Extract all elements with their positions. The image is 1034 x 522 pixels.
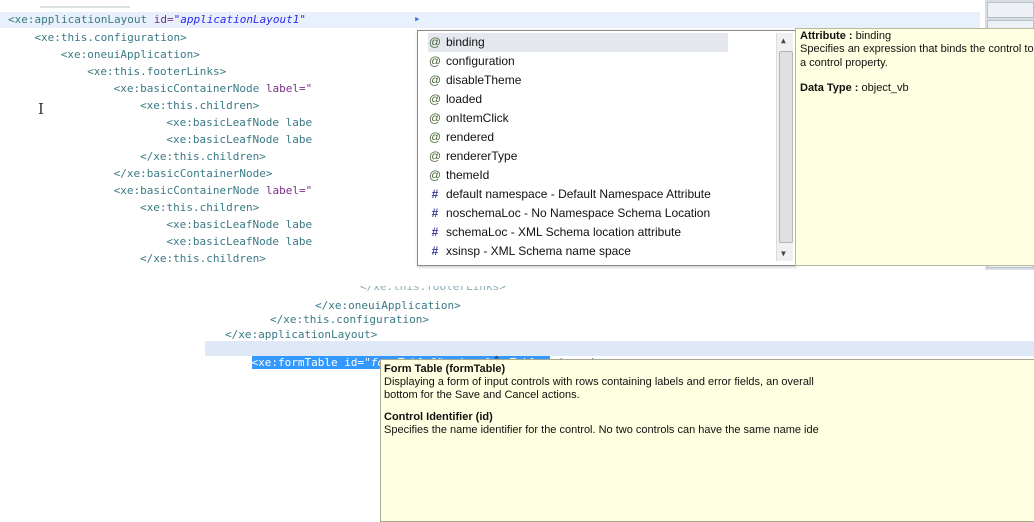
content-assist-item[interactable]: @ rendered [428,128,494,147]
content-assist-label: rendered [446,130,495,144]
code-token: <xe:basicLeafNode labe [166,116,313,129]
code-token: <xe:applicationLayout [8,13,154,26]
code-line: </xe:oneuiApplication> [315,299,461,312]
namespace-icon: # [431,225,439,239]
code-token: <xe:basicLeafNode labe [166,218,313,231]
code-line: <xe:oneuiApplication> [61,48,200,62]
content-assist-scrollbar[interactable]: ▲ ▼ [776,33,793,261]
code-line: <xe:basicLeafNode labe [166,116,312,130]
content-assist-item[interactable]: # xsinsp - XML Schema name space [428,242,631,261]
code-line: <xe:this.configuration> [34,31,186,45]
code-token: <xe:basicLeafNode labe [166,235,313,248]
content-assist-item[interactable]: # noschemaLoc - No Namespace Schema Locat… [428,204,710,223]
scroll-up-icon[interactable]: ▲ [781,36,786,45]
content-assist-label: default namespace - Default Namespace At… [446,187,711,201]
code-token: id= [153,13,174,26]
code-line: <xe:basicLeafNode labe [166,235,312,249]
code-line: </xe:applicationLayout> [225,328,378,341]
code-line: </xe:basicContainerNode> [114,167,273,181]
content-assist-label: configuration [446,54,515,68]
attribute-icon: @ [428,130,442,144]
cropped-line-fragment [40,0,130,8]
tooltip-title: Form Table (formTable) [384,363,506,375]
code-token: </xe:this.children> [140,252,266,265]
attribute-icon: @ [428,168,442,182]
code-line: </xe:this.configuration> [270,313,429,326]
attribute-icon: @ [428,73,442,87]
selected-tag-open: <xe:formTable [251,356,345,369]
code-token: <xe:basicContainerNode [113,184,266,197]
content-assist-label: xsinsp - XML Schema name space [446,244,631,258]
code-token: "applicationLayout1" [173,13,307,26]
content-assist-item[interactable]: # schemaLoc - XML Schema location attribu… [428,223,681,242]
attribute-icon: @ [428,35,442,49]
content-assist-item[interactable]: @ configuration [428,52,515,71]
content-assist-item[interactable]: # default namespace - Default Namespace A… [428,185,711,204]
tooltip-description-cont: bottom for the Save and Cancel actions. [384,389,580,401]
selected-attr: id= [344,356,365,369]
tooltip-id-title: Control Identifier (id) [384,411,493,423]
caret-marker-icon: ▸ [414,12,421,25]
code-token: <xe:this.footerLinks> [87,65,227,78]
namespace-icon: # [431,206,439,220]
content-assist-item[interactable]: @ disableTheme [428,71,521,90]
code-line: </xe:this.children> [140,252,266,266]
code-line: <xe:basicLeafNode labe [166,218,312,232]
code-token: label=" [265,184,313,197]
namespace-icon: # [431,244,439,258]
panel-tab[interactable] [987,2,1034,18]
code-line: <xe:this.children> [140,201,259,215]
scroll-down-icon[interactable]: ▼ [781,249,786,258]
content-assist-label: binding [446,35,485,49]
code-token: <xe:this.children> [140,201,260,214]
content-assist-item[interactable]: @ onItemClick [428,109,509,128]
hover-help-tooltip: Form Table (formTable) Displaying a form… [380,359,1034,522]
attribute-icon: @ [428,149,442,163]
content-assist-item[interactable]: @ rendererType [428,147,517,166]
content-assist-label: disableTheme [446,73,522,87]
tooltip-description: Displaying a form of input controls with… [384,376,814,388]
tooltip-id-description: Specifies the name identifier for the co… [384,424,819,436]
code-line: <xe:basicContainerNode label=" [114,82,313,96]
content-assist-label: rendererType [446,149,518,163]
code-line: <xe:basicContainerNode label=" [114,184,313,198]
code-line: <xe:applicationLayout id="applicationLay… [8,13,313,27]
namespace-icon: # [431,187,439,201]
code-line: <xe:basicLeafNode labe [166,133,312,147]
content-assist-popup[interactable]: @ binding @ configuration @ disableTheme @ load… [417,30,796,266]
xml-source-editor-top[interactable]: <xe:applicationLayout id="applicationLay… [0,0,1034,270]
content-assist-item[interactable]: @ binding [428,33,728,52]
attribute-info-panel: Attribute : binding Specifies an express… [795,28,1034,266]
content-assist-label: themeId [446,168,490,182]
code-line: <xe:this.children> [140,99,259,113]
content-assist-label: schemaLoc - XML Schema location attribut… [446,225,682,239]
code-token: <xe:basicContainerNode [113,82,266,95]
content-assist-label: loaded [446,92,483,106]
attribute-icon: @ [428,54,442,68]
text-cursor-ibeam-icon: I [38,100,44,118]
code-token: <xe:basicLeafNode labe [166,133,313,146]
content-assist-item[interactable]: @ themeId [428,166,489,185]
code-line: </xe:this.children> [140,150,266,164]
attribute-description: Specifies an expression that binds the c… [800,43,1034,69]
content-assist-label: onItemClick [446,111,509,125]
code-token: <xe:this.children> [140,99,260,112]
code-token: label=" [265,82,313,95]
attribute-icon: @ [428,111,442,125]
content-assist-item[interactable]: @ loaded [428,90,482,109]
code-line: <xe:this.footerLinks> [87,65,226,79]
code-token: <xe:this.configuration> [34,31,187,44]
attribute-heading: Attribute : binding [800,30,892,42]
attribute-data-type: Data Type : object_vb [800,82,909,94]
scrollbar-thumb[interactable] [779,51,793,243]
code-line: </xe:this.footerLinks> [360,286,506,292]
code-token: </xe:basicContainerNode> [113,167,273,180]
code-token: <xe:oneuiApplication> [60,48,200,61]
attribute-icon: @ [428,92,442,106]
code-token: </xe:this.children> [140,150,266,163]
code-line-selected[interactable]: <xe:formTable id="formTable1"></xe:formT… [225,342,616,369]
content-assist-label: noschemaLoc - No Namespace Schema Locati… [446,206,711,220]
